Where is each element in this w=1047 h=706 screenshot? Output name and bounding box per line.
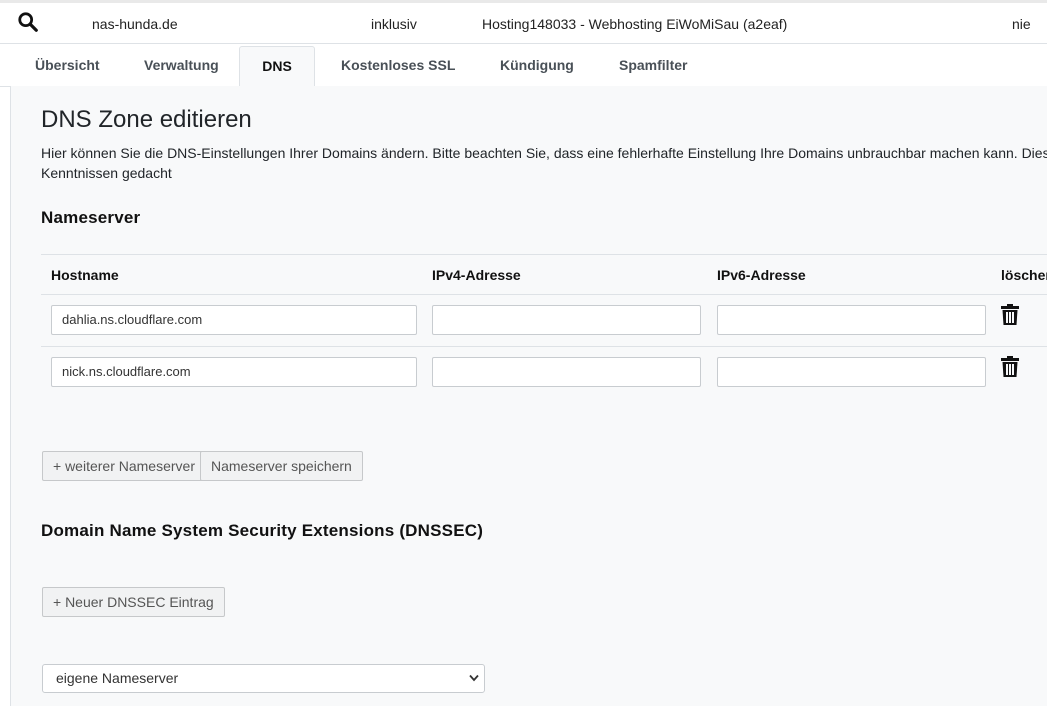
table-divider bbox=[41, 254, 1047, 255]
save-nameserver-button[interactable]: Nameserver speichern bbox=[200, 451, 363, 481]
trash-icon[interactable] bbox=[1001, 304, 1019, 325]
domain-name: nas-hunda.de bbox=[92, 16, 178, 32]
intro-line-1: Hier können Sie die DNS-Einstellungen Ih… bbox=[41, 145, 1047, 161]
tab-kuendigung[interactable]: Kündigung bbox=[500, 44, 574, 87]
column-header-delete: löschen bbox=[1001, 267, 1047, 283]
trash-icon[interactable] bbox=[1001, 356, 1019, 377]
page-title: DNS Zone editieren bbox=[41, 106, 252, 133]
add-dnssec-button[interactable]: + Neuer DNSSEC Eintrag bbox=[42, 587, 225, 617]
tab-uebersicht[interactable]: Übersicht bbox=[35, 44, 100, 87]
domain-flag: nie bbox=[1012, 16, 1031, 32]
add-nameserver-button[interactable]: + weiterer Nameserver bbox=[42, 451, 206, 481]
tab-verwaltung[interactable]: Verwaltung bbox=[144, 44, 219, 87]
hostname-input[interactable]: dahlia.ns.cloudflare.com bbox=[51, 305, 417, 335]
tab-kostenloses-ssl[interactable]: Kostenloses SSL bbox=[341, 44, 455, 87]
dns-panel: DNS Zone editieren Hier können Sie die D… bbox=[10, 86, 1047, 706]
nameserver-heading: Nameserver bbox=[41, 208, 141, 227]
intro-line-2: Kenntnissen gedacht bbox=[41, 165, 172, 181]
hosting-package: Hosting148033 - Webhosting EiWoMiSau (a2… bbox=[482, 16, 788, 32]
ipv4-input[interactable] bbox=[432, 305, 701, 335]
intro-text: Hier können Sie die DNS-Einstellungen Ih… bbox=[41, 143, 1047, 183]
select-value: eigene Nameserver bbox=[56, 670, 179, 686]
ipv6-input[interactable] bbox=[717, 305, 986, 335]
table-divider bbox=[41, 346, 1047, 347]
table-divider bbox=[41, 294, 1047, 295]
column-header-ipv6: IPv6-Adresse bbox=[717, 267, 806, 283]
tab-spamfilter[interactable]: Spamfilter bbox=[619, 44, 687, 87]
ipv4-input[interactable] bbox=[432, 357, 701, 387]
domain-status: inklusiv bbox=[371, 16, 417, 32]
hostname-input[interactable]: nick.ns.cloudflare.com bbox=[51, 357, 417, 387]
column-header-hostname: Hostname bbox=[51, 267, 119, 283]
search-icon[interactable] bbox=[17, 11, 39, 33]
chevron-down-icon bbox=[469, 674, 479, 682]
column-header-ipv4: IPv4-Adresse bbox=[432, 267, 521, 283]
ipv6-input[interactable] bbox=[717, 357, 986, 387]
tab-bar: Übersicht Verwaltung DNS Kostenloses SSL… bbox=[0, 44, 1047, 87]
domain-row: nas-hunda.de inklusiv Hosting148033 - We… bbox=[0, 0, 1047, 44]
nameserver-mode-select[interactable]: eigene Nameserver bbox=[42, 664, 485, 693]
tab-dns[interactable]: DNS bbox=[239, 46, 315, 87]
dnssec-heading: Domain Name System Security Extensions (… bbox=[41, 521, 484, 540]
